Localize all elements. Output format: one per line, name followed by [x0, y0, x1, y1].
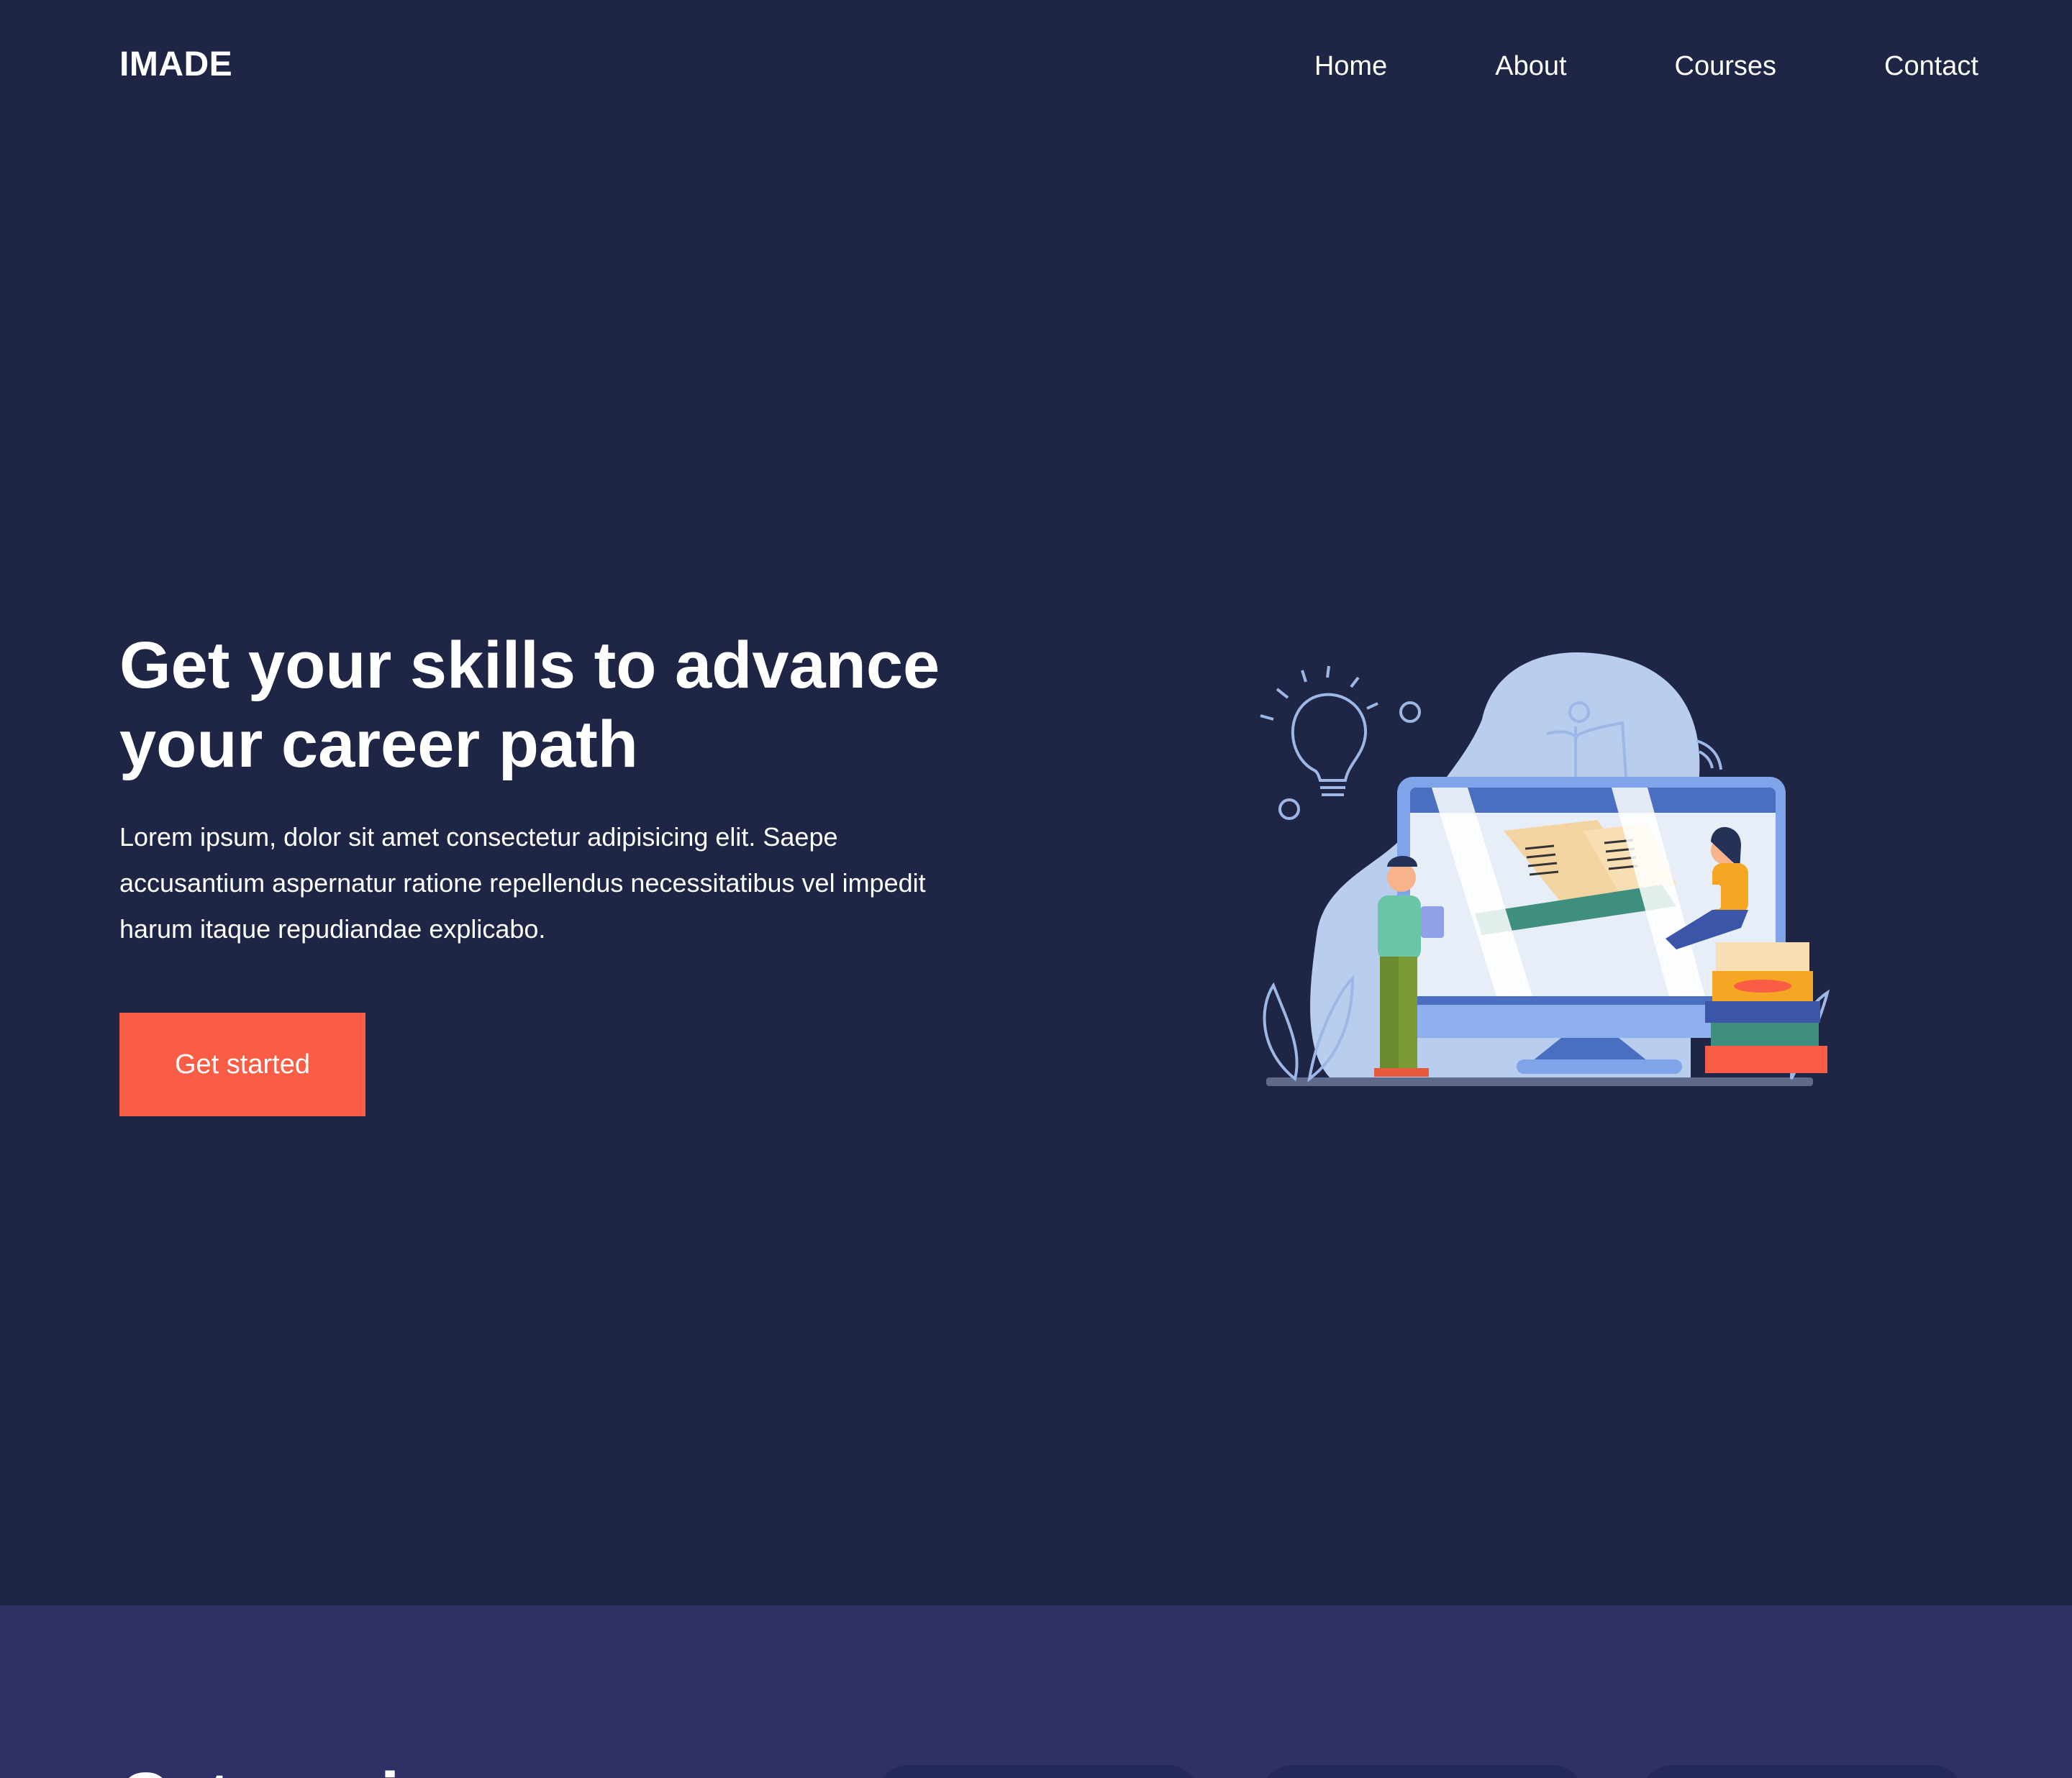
hero-text-block: Get your skills to advance your career p…: [119, 626, 1019, 952]
main-nav: Home About Courses Contact: [1314, 49, 1978, 83]
category-pill[interactable]: [1640, 1765, 1964, 1778]
nav-link-contact[interactable]: Contact: [1884, 49, 1978, 83]
categories-section: Categories: [0, 1605, 2072, 1778]
category-pill[interactable]: [1260, 1765, 1584, 1778]
e-learning-illustration: [1245, 647, 1849, 1093]
get-started-button[interactable]: Get started: [119, 1013, 365, 1116]
category-pill[interactable]: [876, 1765, 1200, 1778]
nav-link-about[interactable]: About: [1495, 49, 1566, 83]
landing-page: IMADE Home About Courses Contact Get you…: [0, 0, 2072, 1778]
hero-description: Lorem ipsum, dolor sit amet consectetur …: [119, 822, 926, 944]
site-header: IMADE Home About Courses Contact: [0, 0, 2072, 137]
nav-link-courses[interactable]: Courses: [1675, 49, 1777, 83]
nav-link-home[interactable]: Home: [1314, 49, 1387, 83]
site-logo[interactable]: IMADE: [119, 45, 232, 84]
hero-title: Get your skills to advance your career p…: [119, 629, 940, 781]
section-title: Categories: [119, 1758, 476, 1778]
